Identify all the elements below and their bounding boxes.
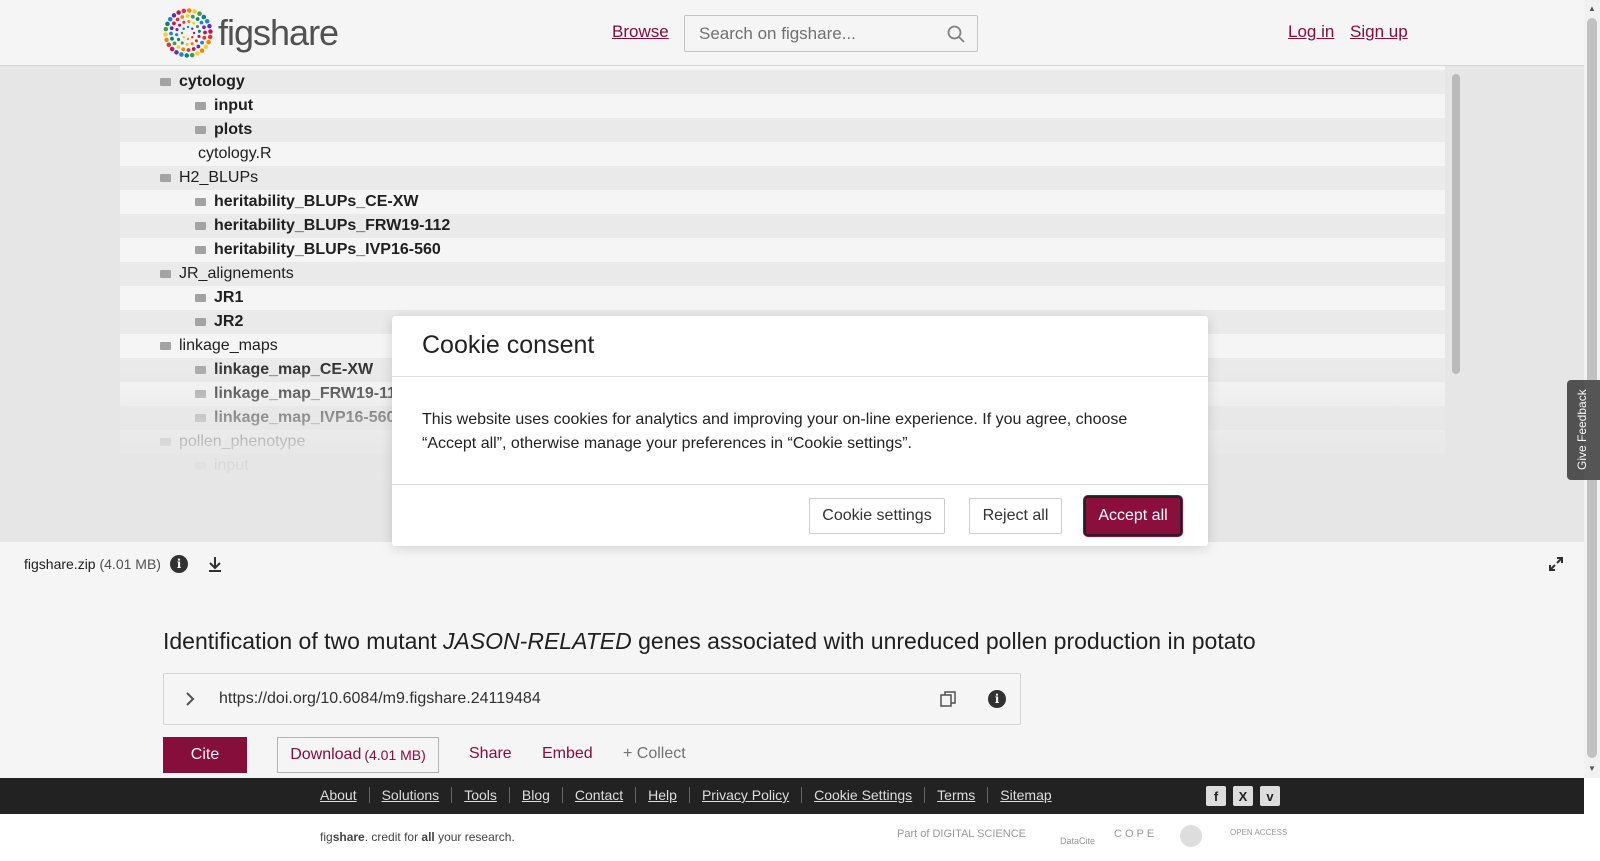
- divider: [392, 376, 1208, 377]
- vimeo-icon[interactable]: v: [1260, 786, 1280, 806]
- footer-link[interactable]: Blog: [508, 787, 562, 803]
- footer-link[interactable]: Help: [635, 787, 689, 803]
- cookie-dialog-body: This website uses cookies for analytics …: [422, 411, 1128, 452]
- datacite-logo[interactable]: DataCite: [1060, 836, 1095, 846]
- scroll-down-icon[interactable]: ▼: [1588, 764, 1596, 773]
- cope-logo[interactable]: COPE: [1114, 828, 1157, 840]
- footer-link[interactable]: Privacy Policy: [688, 787, 801, 803]
- scroll-up-icon[interactable]: ▲: [1588, 4, 1596, 13]
- footer-link[interactable]: Contact: [561, 787, 635, 803]
- footer-link[interactable]: Cookie Settings: [801, 787, 924, 803]
- footer-nav: About Solutions Tools Blog Contact Help Privac…: [0, 778, 1584, 814]
- facebook-icon[interactable]: f: [1206, 786, 1226, 806]
- globe-logo-icon[interactable]: [1180, 825, 1202, 847]
- cookie-settings-button[interactable]: Cookie settings: [809, 498, 945, 534]
- accept-all-button[interactable]: Accept all: [1084, 496, 1182, 536]
- open-access-logo[interactable]: OPEN ACCESS: [1230, 828, 1287, 837]
- reject-all-button[interactable]: Reject all: [969, 498, 1062, 534]
- footer-links: About Solutions Tools Blog Contact Help Privac…: [320, 787, 1064, 803]
- footer-link[interactable]: Terms: [924, 787, 987, 803]
- footer-link[interactable]: Sitemap: [987, 787, 1063, 803]
- x-icon[interactable]: X: [1233, 786, 1253, 806]
- footer-tagline: figshare. credit for all your research.: [320, 830, 515, 844]
- digital-science-logo[interactable]: Part of DIGITAL SCIENCE: [897, 828, 1026, 840]
- cookie-dialog-title: Cookie consent: [422, 331, 595, 359]
- divider: [392, 484, 1208, 485]
- cookie-consent-dialog: Cookie consent This website uses cookies…: [392, 316, 1208, 546]
- footer-link[interactable]: Tools: [451, 787, 509, 803]
- footer-link[interactable]: About: [320, 787, 369, 803]
- footer-bottom: figshare. credit for all your research. …: [0, 814, 1584, 861]
- footer-link[interactable]: Solutions: [368, 787, 452, 803]
